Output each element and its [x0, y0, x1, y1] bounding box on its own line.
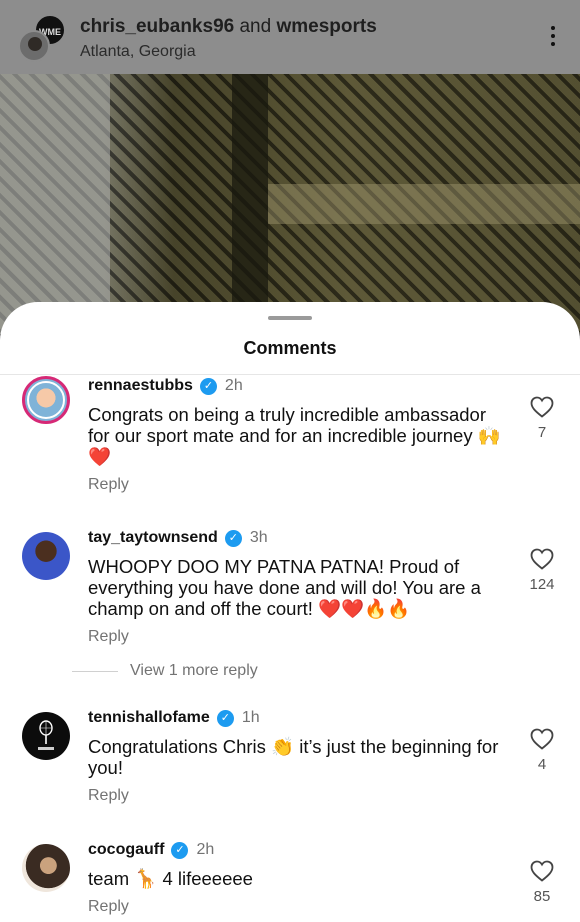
more-vertical-icon[interactable] [548, 26, 558, 50]
tennis-racket-icon [38, 720, 54, 750]
reply-button[interactable]: Reply [88, 628, 508, 646]
comment-time: 3h [249, 529, 268, 546]
reply-button[interactable]: Reply [88, 787, 508, 805]
header-text: chris_eubanks96 and wmesports Atlanta, G… [80, 16, 377, 61]
comment-body: rennaestubbs ✓ 2h Congrats on being a tr… [88, 376, 508, 494]
reply-button[interactable]: Reply [88, 898, 508, 916]
view-more-replies-label[interactable]: View 1 more reply [130, 662, 258, 680]
comment-username[interactable]: tay_taytownsend [88, 529, 218, 547]
like-button[interactable]: 85 [530, 860, 554, 905]
comment-meta: cocogauff ✓ 2h [88, 840, 508, 860]
post-header: WME chris_eubanks96 and wmesports Atlant… [0, 0, 580, 74]
like-button[interactable]: 4 [530, 728, 554, 773]
divider [0, 374, 580, 375]
view-more-replies[interactable]: View 1 more reply [72, 662, 258, 680]
comment-text: WHOOPY DOO MY PATNA PATNA! Proud of ever… [88, 556, 481, 619]
itmf-logo-avatar[interactable] [22, 712, 70, 760]
like-count: 124 [529, 576, 555, 593]
comment-body: tennishallofame ✓ 1h Congratulations Chr… [88, 708, 508, 805]
sheet-title: Comments [243, 338, 337, 358]
heart-outline-icon[interactable] [530, 396, 554, 418]
verified-badge-icon: ✓ [171, 841, 189, 859]
comment-body: cocogauff ✓ 2h team 🦒 4 lifeeeeee Reply [88, 840, 508, 916]
post-video[interactable] [0, 74, 580, 334]
heart-outline-icon[interactable] [530, 728, 554, 750]
post-authors: chris_eubanks96 and wmesports [80, 16, 377, 38]
comment-meta: tennishallofame ✓ 1h [88, 708, 508, 728]
collab-avatars[interactable]: WME [18, 14, 68, 64]
verified-badge-icon: ✓ [216, 709, 234, 727]
author-link-1[interactable]: chris_eubanks96 [80, 16, 234, 37]
heart-outline-icon[interactable] [530, 860, 554, 882]
comment-meta: tay_taytownsend ✓ 3h [88, 528, 508, 548]
like-button[interactable]: 7 [530, 396, 554, 441]
reply-button[interactable]: Reply [88, 476, 508, 494]
comment-meta: rennaestubbs ✓ 2h [88, 376, 508, 396]
like-count: 4 [537, 756, 547, 773]
portrait-avatar[interactable] [22, 844, 70, 892]
verified-badge-icon: ✓ [224, 529, 242, 547]
heart-outline-icon[interactable] [530, 548, 554, 570]
author-connector: and [234, 16, 277, 37]
verified-badge-icon: ✓ [199, 377, 217, 395]
comment-text: team 🦒 4 lifeeeeee [88, 868, 253, 889]
like-count: 85 [533, 888, 551, 905]
author-link-2[interactable]: wmesports [276, 16, 376, 37]
like-count: 7 [537, 424, 547, 441]
comment-username[interactable]: cocogauff [88, 841, 164, 859]
tennis-podcast-avatar[interactable] [22, 376, 70, 424]
post-location[interactable]: Atlanta, Georgia [80, 43, 377, 61]
comment-time: 2h [196, 841, 215, 858]
reply-thread-line [72, 670, 118, 672]
sheet-drag-handle[interactable] [268, 316, 312, 320]
comment-body: tay_taytownsend ✓ 3h WHOOPY DOO MY PATNA… [88, 528, 508, 646]
comment-text: Congrats on being a truly incredible amb… [88, 404, 501, 467]
comment-time: 2h [224, 377, 243, 394]
like-button[interactable]: 124 [529, 548, 555, 593]
player-avatar[interactable] [22, 532, 70, 580]
chris-eubanks-avatar[interactable] [18, 30, 50, 62]
comment-username[interactable]: tennishallofame [88, 709, 210, 727]
comment-text: Congratulations Chris 👏 it’s just the be… [88, 736, 499, 778]
comment-time: 1h [241, 709, 260, 726]
comments-sheet: Comments rennaestubbs ✓ 2h Congrats on b… [0, 302, 580, 922]
comment-username[interactable]: rennaestubbs [88, 377, 193, 395]
